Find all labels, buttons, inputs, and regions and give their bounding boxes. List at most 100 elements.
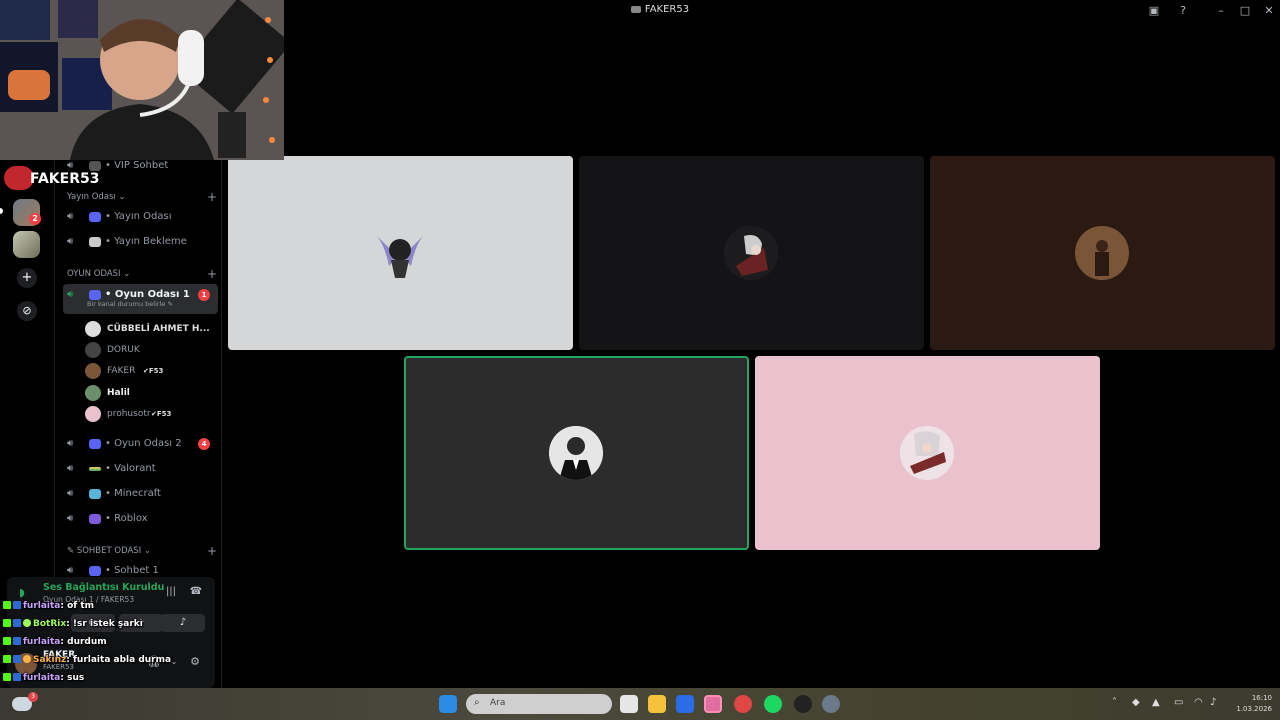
weather-widget[interactable]: 3 xyxy=(10,691,90,717)
speaker-icon: 🔊︎ xyxy=(67,488,74,499)
discover-icon[interactable]: ⊘ xyxy=(17,301,37,321)
server-icon[interactable] xyxy=(13,231,40,258)
badge-icon xyxy=(3,637,11,645)
add-channel-icon[interactable]: + xyxy=(207,267,217,281)
chrome-icon[interactable] xyxy=(734,695,752,713)
wifi-icon[interactable]: ◠ xyxy=(1194,697,1203,708)
task-view-icon[interactable] xyxy=(620,695,638,713)
channel-yayin-bekleme[interactable]: 🔊︎ • Yayın Bekleme xyxy=(63,231,218,253)
channel-oyun-odasi-2[interactable]: 🔊︎ • Oyun Odası 2 4 xyxy=(63,433,218,455)
category-yayin-odasi[interactable]: Yayın Odası ⌄ + xyxy=(67,190,217,204)
server-badge: 2 xyxy=(29,213,41,225)
badge-icon xyxy=(3,655,11,663)
channel-label: • VIP Sohbet xyxy=(105,160,169,171)
clock-date: 1.03.2026 xyxy=(1236,705,1272,713)
member-name: DORUK xyxy=(107,345,140,355)
taskbar-search[interactable]: ⌕ Ara xyxy=(466,694,612,714)
help-icon[interactable]: ? xyxy=(1175,3,1191,19)
close-button[interactable]: ✕ xyxy=(1261,3,1277,19)
channel-label: Valorant xyxy=(114,463,156,474)
channel-label: Yayın Odası xyxy=(114,211,172,222)
speaker-icon: 🔊︎ xyxy=(67,513,74,524)
server-indicator xyxy=(0,208,3,214)
volume-icon[interactable]: ♪ xyxy=(1210,697,1216,708)
tray-app-icon[interactable]: ▲ xyxy=(1152,697,1160,708)
clan-tag: ✔F53 xyxy=(143,367,164,375)
voice-member[interactable]: FAKER ✔F53 xyxy=(85,362,215,380)
spotify-icon[interactable] xyxy=(764,695,782,713)
minecraft-icon xyxy=(89,489,101,499)
participant-avatar xyxy=(1075,226,1129,280)
badge-icon xyxy=(13,619,21,627)
member-name: FAKER xyxy=(107,366,136,376)
minimize-button[interactable]: – xyxy=(1213,3,1229,19)
discord-icon[interactable] xyxy=(704,695,722,713)
channel-valorant[interactable]: 🔊︎ • Valorant xyxy=(63,458,218,480)
channel-roblox[interactable]: 🔊︎ • Roblox xyxy=(63,508,218,530)
video-tile[interactable] xyxy=(228,156,573,350)
channel-label-text: VIP Sohbet xyxy=(114,160,169,171)
channel-icon xyxy=(89,212,101,222)
chevron-up-icon[interactable]: ˄ xyxy=(1112,697,1117,708)
taskbar: 3 ⌕ Ara ˄ ◆ ▲ ▭ ◠ ♪ 16:10 1.03.2026 xyxy=(0,688,1280,720)
chat-username: Sakinz xyxy=(33,655,67,665)
steam-icon[interactable] xyxy=(794,695,812,713)
noise-suppression-icon[interactable]: ||| xyxy=(164,585,178,599)
voice-member[interactable]: CÜBBELİ AHMET H... xyxy=(85,320,215,338)
server-name[interactable]: FAKER53 xyxy=(30,171,99,187)
add-server-icon[interactable]: + xyxy=(17,268,37,288)
category-label: SOHBET ODASI xyxy=(76,546,142,556)
tray-app-icon[interactable]: ◆ xyxy=(1132,697,1140,708)
channel-label: Minecraft xyxy=(114,488,161,499)
window-title: FAKER53 xyxy=(560,4,760,15)
add-channel-icon[interactable]: + xyxy=(207,190,217,204)
chat-username: BotRix xyxy=(33,619,67,629)
gamepad-icon xyxy=(89,439,101,449)
window-title-text: FAKER53 xyxy=(644,4,690,15)
speaker-icon: 🔊︎ xyxy=(67,463,74,474)
voice-status[interactable]: Ses Bağlantısı Kuruldu xyxy=(43,582,164,593)
clock[interactable]: 16:10 1.03.2026 xyxy=(1222,693,1272,715)
badge-icon xyxy=(3,673,11,681)
category-sohbet-odasi[interactable]: ✎ SOHBET ODASI ⌄ + xyxy=(67,544,217,558)
avatar xyxy=(85,385,101,401)
participant-avatar xyxy=(724,226,778,280)
maximize-button[interactable]: □ xyxy=(1237,3,1253,19)
video-tile-speaking[interactable] xyxy=(404,356,749,550)
chat-message: furlaita: of tm xyxy=(3,598,94,614)
voice-member[interactable]: DORUK xyxy=(85,341,215,359)
channel-minecraft[interactable]: 🔊︎ • Minecraft xyxy=(63,483,218,505)
channel-yayin-odasi[interactable]: 🔊︎ • Yayın Odası xyxy=(63,206,218,228)
language-icon[interactable]: ▭ xyxy=(1174,697,1183,708)
chat-text: : of tm xyxy=(60,601,95,611)
video-tile[interactable] xyxy=(755,356,1100,550)
clan-tag-text: F53 xyxy=(148,367,164,375)
channel-status[interactable]: Bir kanal durumu belirle xyxy=(87,300,165,308)
badge-icon xyxy=(3,601,11,609)
participant-avatar xyxy=(900,426,954,480)
settings-app-icon[interactable] xyxy=(822,695,840,713)
store-icon[interactable] xyxy=(676,695,694,713)
speaker-icon: 🔊︎ xyxy=(67,289,74,300)
video-tile[interactable] xyxy=(930,156,1275,350)
channel-icon xyxy=(89,237,101,247)
mention-badge: 1 xyxy=(198,289,210,301)
inbox-icon[interactable]: ▣ xyxy=(1146,3,1162,19)
disconnect-icon[interactable]: ☎ xyxy=(189,585,203,599)
speaker-icon: 🔊︎ xyxy=(67,438,74,449)
chat-text: : durdum xyxy=(60,637,107,647)
channel-label: Roblox xyxy=(114,513,148,524)
file-explorer-icon[interactable] xyxy=(648,695,666,713)
speaker-icon: 🔊︎ xyxy=(67,236,74,247)
voice-member[interactable]: prohusotr ✔F53 xyxy=(85,405,215,423)
windows-start-icon[interactable] xyxy=(439,695,457,713)
search-placeholder: Ara xyxy=(490,698,506,708)
badge-icon xyxy=(3,619,11,627)
channel-oyun-odasi-1[interactable]: 🔊︎ • Oyun Odası 1 1 Bir kanal durumu bel… xyxy=(63,284,218,314)
voice-member[interactable]: Halil xyxy=(85,384,215,402)
chat-message: Sakinz: furlaita abla durma xyxy=(3,652,171,668)
add-channel-icon[interactable]: + xyxy=(207,544,217,558)
notification-badge: 3 xyxy=(28,692,38,702)
category-oyun-odasi[interactable]: OYUN ODASI ⌄ + xyxy=(67,267,217,281)
video-tile[interactable] xyxy=(579,156,924,350)
